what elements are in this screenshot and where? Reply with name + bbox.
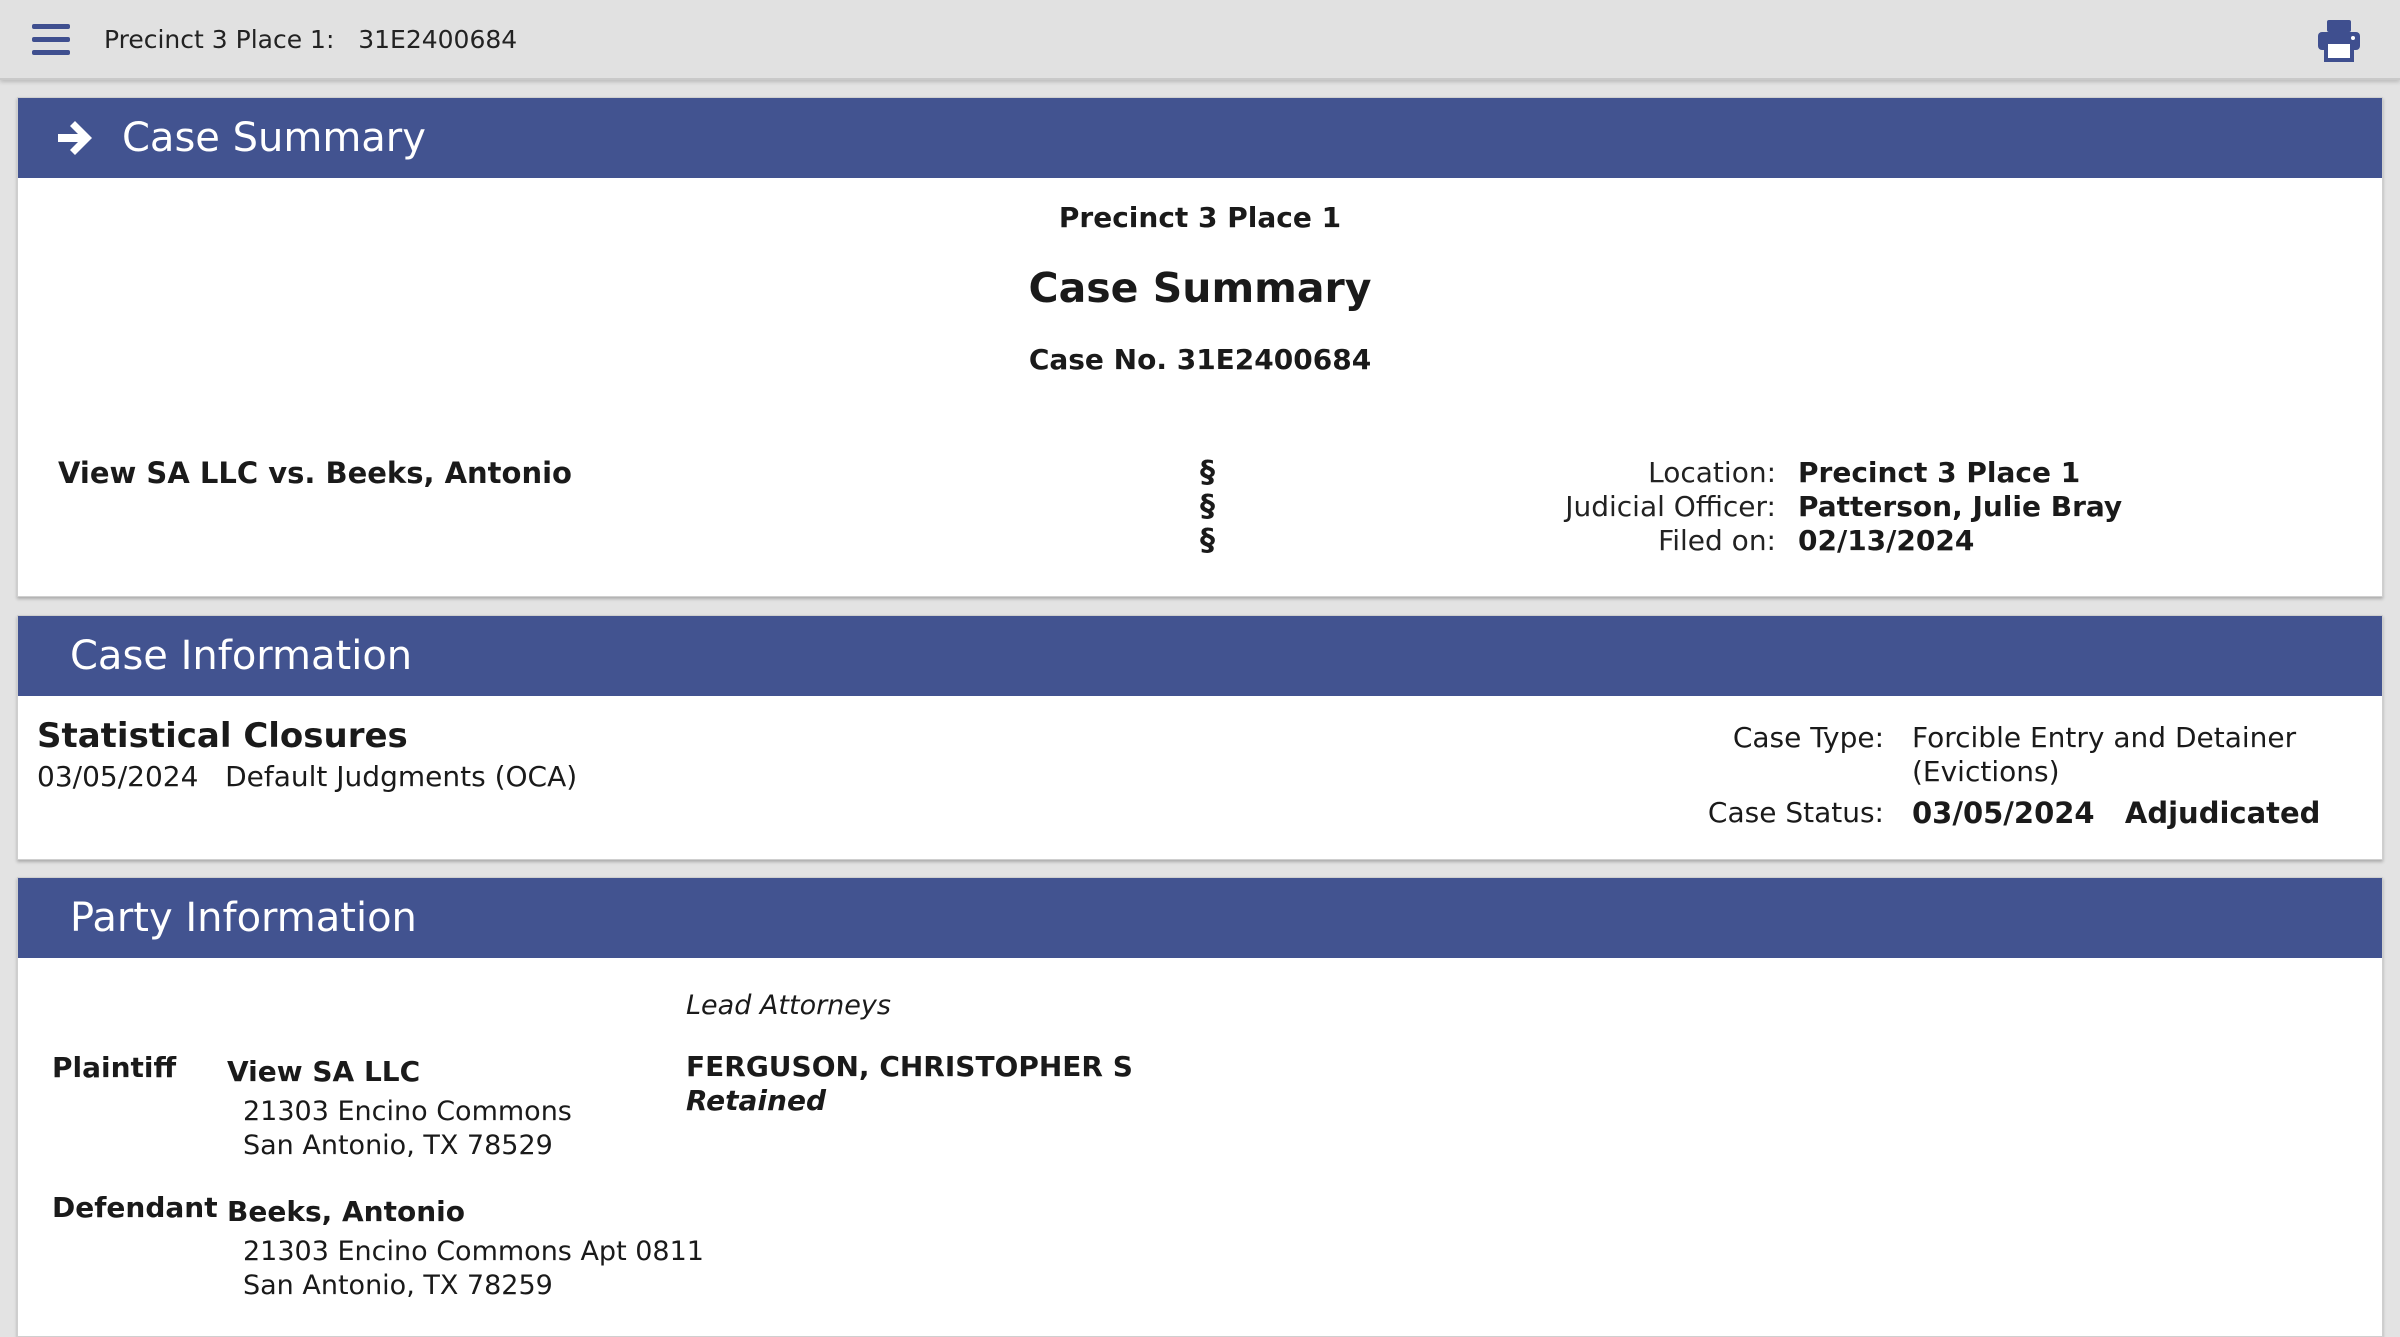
statistical-closure-row: 03/05/2024 Default Judgments (OCA) — [37, 760, 577, 793]
case-status-row: Case Status: 03/05/2024 Adjudicated — [1638, 796, 2352, 830]
detail-row-location: Location: Precinct 3 Place 1 — [1318, 456, 2122, 490]
address-line: San Antonio, TX 78529 — [243, 1130, 553, 1161]
section-mark: § — [1200, 489, 1215, 524]
party-role-defendant: Defendant — [52, 1191, 218, 1224]
party-role-plaintiff: Plaintiff — [52, 1051, 177, 1084]
detail-value: Patterson, Julie Bray — [1798, 490, 2123, 523]
attorney-status: Retained — [686, 1084, 826, 1117]
attorney-name: FERGUSON, CHRISTOPHER S — [686, 1050, 1133, 1083]
party-name-plaintiff: View SA LLC — [227, 1055, 421, 1088]
case-type-value: Forcible Entry and Detainer (Evictions) — [1912, 721, 2297, 788]
page-title: Case Summary — [1028, 264, 1372, 312]
section-mark: § — [1200, 523, 1215, 558]
case-details: Location: Precinct 3 Place 1 Judicial Of… — [1318, 456, 2122, 558]
case-information-panel: Case Information Statistical Closures 03… — [17, 615, 2383, 860]
case-summary-panel: Case Summary Precinct 3 Place 1 Case Sum… — [17, 97, 2383, 597]
party-information-header-label: Party Information — [70, 895, 417, 941]
lead-attorneys-header: Lead Attorneys — [686, 990, 891, 1021]
detail-label: Location: — [1648, 456, 1776, 489]
case-summary-header[interactable]: Case Summary — [18, 98, 2382, 178]
party-information-panel: Party Information Lead Attorneys Plainti… — [17, 877, 2383, 1337]
closure-description: Default Judgments (OCA) — [225, 760, 578, 793]
case-type-status: Case Type: Forcible Entry and Detainer (… — [1638, 721, 2352, 830]
topbar-title: Precinct 3 Place 1: 31E2400684 — [104, 25, 518, 54]
court-name: Precinct 3 Place 1 — [1058, 201, 1342, 234]
detail-label: Filed on: — [1658, 524, 1776, 557]
top-bar: Precinct 3 Place 1: 31E2400684 — [0, 0, 2400, 80]
case-status-date: 03/05/2024 — [1912, 796, 2095, 830]
section-mark: § — [1200, 455, 1215, 490]
detail-row-filed-on: Filed on: 02/13/2024 — [1318, 524, 2122, 558]
detail-value: 02/13/2024 — [1798, 524, 1975, 557]
party-name-defendant: Beeks, Antonio — [227, 1195, 465, 1228]
detail-value: Precinct 3 Place 1 — [1798, 456, 2081, 489]
case-type-label: Case Type: — [1732, 721, 1884, 754]
case-status-value: 03/05/2024 Adjudicated — [1912, 796, 2352, 830]
case-status-text: Adjudicated — [2124, 796, 2321, 830]
case-status-label: Case Status: — [1707, 796, 1884, 829]
address-line: 21303 Encino Commons — [243, 1096, 572, 1127]
address-line: San Antonio, TX 78259 — [243, 1270, 553, 1301]
statistical-closures-title: Statistical Closures — [37, 716, 408, 756]
hamburger-menu-icon[interactable] — [28, 20, 74, 60]
party-address-defendant: 21303 Encino Commons Apt 0811 San Antoni… — [243, 1235, 704, 1303]
party-information-header[interactable]: Party Information — [18, 878, 2382, 958]
case-information-header[interactable]: Case Information — [18, 616, 2382, 696]
section-marks: § § § — [1200, 456, 1215, 558]
detail-label: Judicial Officer: — [1565, 490, 1776, 523]
party-address-plaintiff: 21303 Encino Commons San Antonio, TX 785… — [243, 1095, 572, 1163]
case-summary-header-label: Case Summary — [122, 115, 426, 161]
detail-row-judicial-officer: Judicial Officer: Patterson, Julie Bray — [1318, 490, 2122, 524]
arrow-right-icon — [56, 120, 94, 156]
printer-icon[interactable] — [2316, 18, 2362, 62]
case-number: Case No. 31E2400684 — [1028, 343, 1372, 376]
case-type-row: Case Type: Forcible Entry and Detainer (… — [1638, 721, 2352, 789]
case-information-header-label: Case Information — [70, 633, 413, 679]
case-style: View SA LLC vs. Beeks, Antonio — [58, 456, 572, 490]
closure-date: 03/05/2024 — [37, 760, 199, 793]
address-line: 21303 Encino Commons Apt 0811 — [243, 1236, 704, 1267]
